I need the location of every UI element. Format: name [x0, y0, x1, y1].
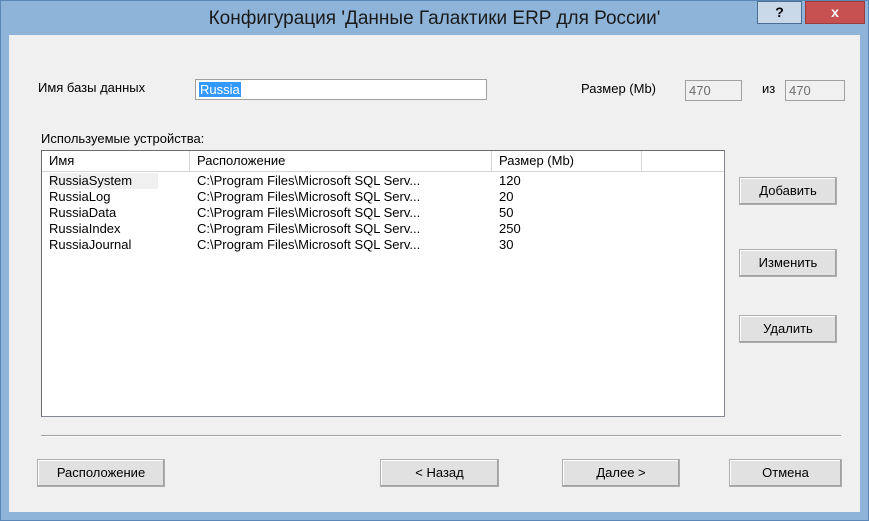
- column-header-size[interactable]: Размер (Mb): [492, 151, 642, 171]
- back-button[interactable]: < Назад: [380, 459, 499, 487]
- device-size: 120: [499, 173, 521, 188]
- column-header-name[interactable]: Имя: [42, 151, 190, 171]
- window-title: Конфигурация 'Данные Галактики ERP для Р…: [208, 8, 661, 29]
- db-name-label: Имя базы данных: [38, 80, 146, 95]
- dialog-window: Конфигурация 'Данные Галактики ERP для Р…: [0, 0, 869, 521]
- location-button[interactable]: Расположение: [37, 459, 165, 487]
- db-name-value: Russia: [199, 82, 241, 97]
- db-size-of-label: из: [762, 81, 776, 96]
- title-bar[interactable]: Конфигурация 'Данные Галактики ERP для Р…: [1, 1, 868, 35]
- list-item[interactable]: RussiaSystem C:\Program Files\Microsoft …: [42, 173, 724, 189]
- close-button[interactable]: x: [805, 1, 865, 24]
- dialog-client-area: Имя базы данных Russia Размер (Mb) 470 и…: [9, 35, 860, 512]
- device-location: C:\Program Files\Microsoft SQL Serv...: [197, 189, 421, 204]
- help-button[interactable]: ?: [757, 1, 802, 24]
- list-item[interactable]: RussiaLog C:\Program Files\Microsoft SQL…: [42, 189, 724, 205]
- devices-list[interactable]: Имя Расположение Размер (Mb) RussiaSyste…: [41, 150, 725, 417]
- device-size: 30: [499, 237, 514, 252]
- edit-button[interactable]: Изменить: [739, 249, 837, 277]
- next-button[interactable]: Далее >: [562, 459, 680, 487]
- device-name: RussiaSystem: [49, 173, 158, 189]
- device-size: 250: [499, 221, 521, 236]
- add-button[interactable]: Добавить: [739, 177, 837, 205]
- list-item[interactable]: RussiaJournal C:\Program Files\Microsoft…: [42, 237, 724, 253]
- device-location: C:\Program Files\Microsoft SQL Serv...: [197, 173, 421, 188]
- device-name: RussiaLog: [49, 189, 111, 204]
- devices-label: Используемые устройства:: [41, 131, 205, 146]
- list-item[interactable]: RussiaIndex C:\Program Files\Microsoft S…: [42, 221, 724, 237]
- separator: [41, 435, 841, 437]
- device-name: RussiaIndex: [49, 221, 121, 236]
- device-location: C:\Program Files\Microsoft SQL Serv...: [197, 205, 421, 220]
- db-name-input[interactable]: Russia: [195, 79, 487, 100]
- device-name: RussiaData: [49, 205, 117, 220]
- list-item[interactable]: RussiaData C:\Program Files\Microsoft SQ…: [42, 205, 724, 221]
- device-name: RussiaJournal: [49, 237, 132, 252]
- db-size-field: 470: [685, 80, 742, 101]
- device-size: 20: [499, 189, 514, 204]
- close-icon: x: [831, 4, 839, 20]
- db-size-label: Размер (Mb): [581, 81, 657, 96]
- device-location: C:\Program Files\Microsoft SQL Serv...: [197, 237, 421, 252]
- column-header-location[interactable]: Расположение: [190, 151, 492, 171]
- column-header-empty[interactable]: [642, 151, 724, 171]
- devices-list-header: Имя Расположение Размер (Mb): [42, 151, 724, 172]
- device-location: C:\Program Files\Microsoft SQL Serv...: [197, 221, 421, 236]
- delete-button[interactable]: Удалить: [739, 315, 837, 343]
- device-size: 50: [499, 205, 514, 220]
- cancel-button[interactable]: Отмена: [729, 459, 842, 487]
- help-icon: ?: [775, 4, 784, 20]
- db-total-size-field: 470: [785, 80, 845, 101]
